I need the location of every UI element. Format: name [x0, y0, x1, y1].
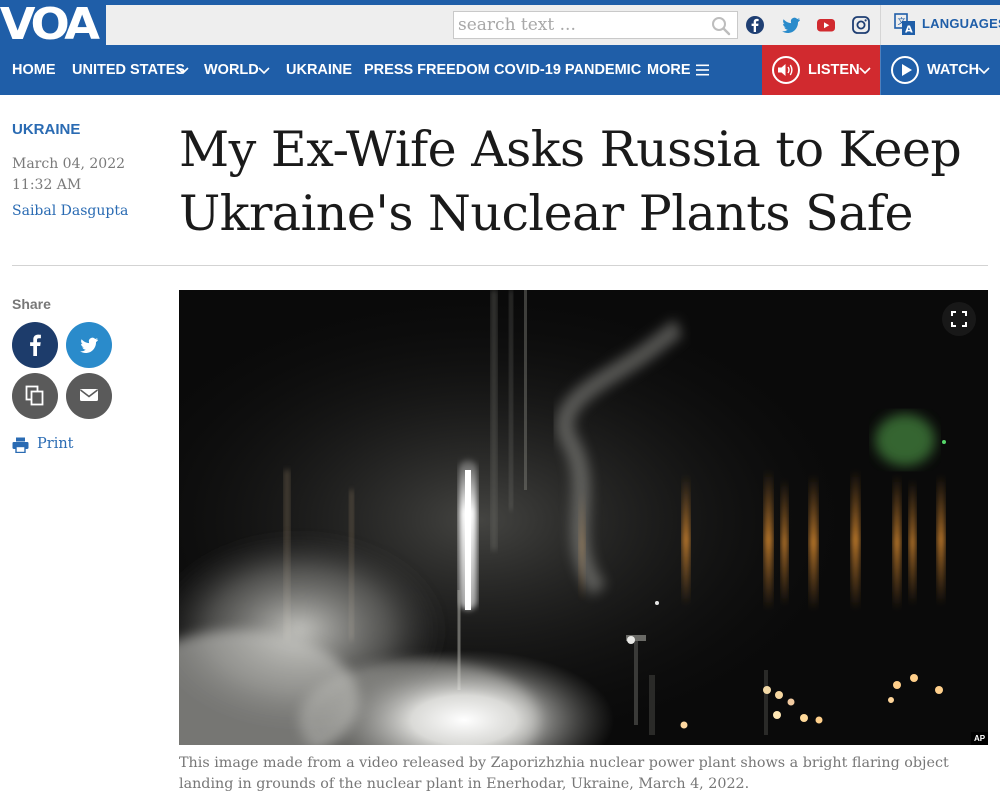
image-caption: This image made from a video released by… — [179, 755, 949, 792]
share-facebook-button[interactable] — [12, 322, 58, 368]
svg-text:A: A — [905, 25, 913, 36]
listen-label: LISTEN — [808, 62, 860, 78]
share-email-button[interactable] — [66, 373, 112, 419]
nav-home[interactable]: HOME — [12, 45, 56, 95]
night-plant-photo — [179, 290, 988, 745]
speaker-icon — [772, 56, 800, 84]
publish-date-day: March 04, 2022 — [12, 156, 126, 172]
nav-world[interactable]: WORLD — [204, 45, 259, 95]
languages-icon: 文 A — [894, 13, 915, 36]
watch-label: WATCH — [927, 62, 980, 78]
article-image[interactable]: AP — [179, 290, 988, 745]
nav-ukraine[interactable]: UKRAINE — [286, 45, 352, 95]
print-label: Print — [37, 436, 74, 452]
publish-date: March 04, 2022 11:32 AM — [12, 154, 125, 196]
nav-press-freedom[interactable]: PRESS FREEDOM — [364, 45, 490, 95]
search-box — [453, 11, 738, 39]
chevron-down-icon[interactable] — [177, 64, 189, 76]
nav-united-states[interactable]: UNITED STATES — [72, 45, 185, 95]
share-label: Share — [12, 296, 51, 312]
article-headline: My Ex-Wife Asks Russia to Keep Ukraine's… — [179, 121, 962, 242]
menu-icon[interactable] — [696, 63, 710, 77]
instagram-icon[interactable] — [851, 15, 871, 35]
chevron-down-icon[interactable] — [258, 64, 270, 76]
email-icon — [80, 389, 98, 401]
languages-label: LANGUAGES — [922, 16, 1000, 31]
facebook-icon[interactable] — [745, 15, 765, 35]
search-input[interactable] — [458, 14, 708, 36]
twitter-icon[interactable] — [781, 15, 801, 35]
logo-text: VOA — [0, 5, 100, 45]
listen-button[interactable]: LISTEN — [762, 45, 880, 95]
play-icon — [891, 56, 919, 84]
copy-icon — [25, 385, 44, 406]
watch-button[interactable]: WATCH — [880, 45, 1000, 95]
printer-icon — [12, 437, 29, 453]
facebook-icon — [30, 334, 41, 356]
youtube-icon[interactable] — [816, 15, 836, 35]
chevron-down-icon — [978, 67, 990, 75]
section-link[interactable]: UKRAINE — [12, 121, 80, 138]
search-icon[interactable] — [711, 16, 731, 36]
image-credit: AP — [971, 732, 988, 745]
twitter-icon — [80, 337, 98, 353]
divider — [12, 265, 988, 266]
fullscreen-button[interactable] — [942, 302, 976, 336]
copy-link-button[interactable] — [12, 373, 58, 419]
languages-button[interactable]: 文 A LANGUAGES — [880, 5, 1000, 45]
expand-icon — [951, 311, 967, 327]
nav-more[interactable]: MORE — [647, 45, 691, 95]
author-link[interactable]: Saibal Dasgupta — [12, 203, 128, 219]
nav-covid-19-pandemic[interactable]: COVID-19 PANDEMIC — [494, 45, 641, 95]
chevron-down-icon — [859, 67, 871, 75]
voa-logo[interactable]: VOA — [0, 5, 106, 45]
publish-time: 11:32 AM — [12, 177, 82, 193]
share-twitter-button[interactable] — [66, 322, 112, 368]
